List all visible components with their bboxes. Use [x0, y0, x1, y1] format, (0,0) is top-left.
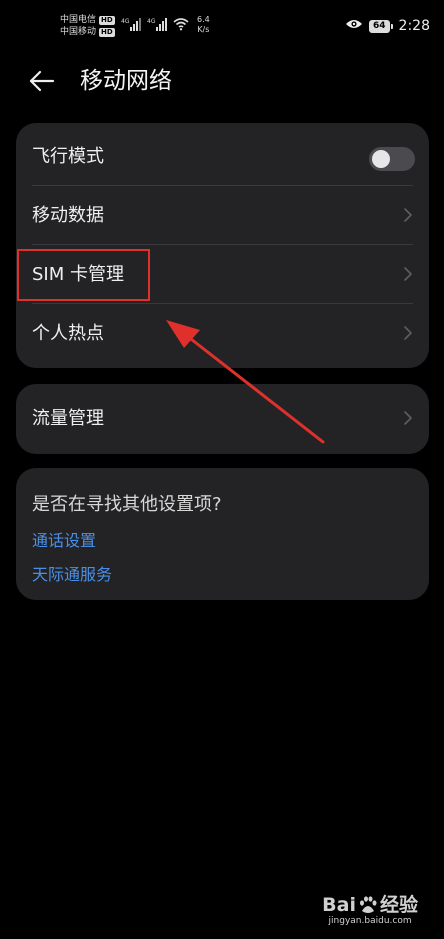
carrier-2-label: 中国移动 [60, 27, 97, 37]
network-speed-unit: K/s [197, 25, 210, 34]
watermark-brand-text: Bai [322, 894, 356, 916]
chevron-right-icon [403, 207, 413, 223]
signal-strength-icon: 4G [121, 16, 141, 35]
svg-text:4G: 4G [121, 18, 130, 25]
signal-indicators: 4G 4G 6.4 K/s [121, 15, 210, 35]
settings-item-label: 飞行模式 [32, 146, 104, 167]
eye-comfort-icon [345, 18, 363, 34]
suggestions-title: 是否在寻找其他设置项? [32, 494, 222, 515]
back-button[interactable] [26, 66, 60, 96]
toggle-knob [372, 150, 390, 168]
hd-badge: HD [99, 15, 115, 25]
svg-text:4G: 4G [147, 18, 156, 25]
watermark-url: jingyan.baidu.com [328, 916, 412, 926]
settings-item-label: 流量管理 [32, 408, 104, 429]
status-bar: 中国电信 HD 中国移动 HD 4G 4G 6.4 K/s 64 2:28 [0, 0, 444, 56]
network-speed-value: 6.4 [197, 15, 210, 24]
signal-strength-icon: 4G [147, 16, 167, 35]
call-settings-link[interactable]: 通话设置 [32, 527, 96, 551]
airplane-mode-toggle[interactable] [369, 147, 415, 171]
carrier-info: 中国电信 HD 中国移动 HD [60, 14, 115, 38]
watermark-brand: Bai 经验 [322, 894, 418, 916]
page-title: 移动网络 [80, 68, 172, 94]
baidu-paw-icon [358, 895, 378, 915]
network-speed: 6.4 K/s [197, 15, 210, 35]
settings-item-label: 个人热点 [32, 323, 104, 344]
back-arrow-icon [26, 70, 60, 100]
title-bar: 移动网络 [0, 56, 444, 106]
annotation-arrow [166, 320, 325, 444]
battery-level: 64 [369, 19, 390, 33]
status-right-group: 64 2:28 [345, 18, 430, 34]
carrier-1-label: 中国电信 [60, 15, 97, 25]
chevron-right-icon [403, 410, 413, 426]
settings-item-airplane-mode[interactable]: 飞行模式 [16, 127, 429, 186]
settings-item-label: 移动数据 [32, 205, 104, 226]
hd-badge: HD [99, 27, 115, 37]
wifi-icon [173, 16, 189, 35]
clock: 2:28 [398, 18, 430, 34]
chevron-right-icon [403, 325, 413, 341]
watermark-brand-suffix: 经验 [379, 894, 418, 916]
baidu-watermark: Bai 经验 jingyan.baidu.com [322, 894, 418, 927]
battery-icon: 64 [369, 19, 393, 33]
chevron-right-icon [403, 266, 413, 282]
settings-item-mobile-data[interactable]: 移动数据 [16, 186, 429, 245]
suggestions-card: 是否在寻找其他设置项? 通话设置 天际通服务 [16, 468, 429, 600]
highlight-box [17, 249, 150, 301]
skytone-service-link[interactable]: 天际通服务 [32, 561, 112, 585]
